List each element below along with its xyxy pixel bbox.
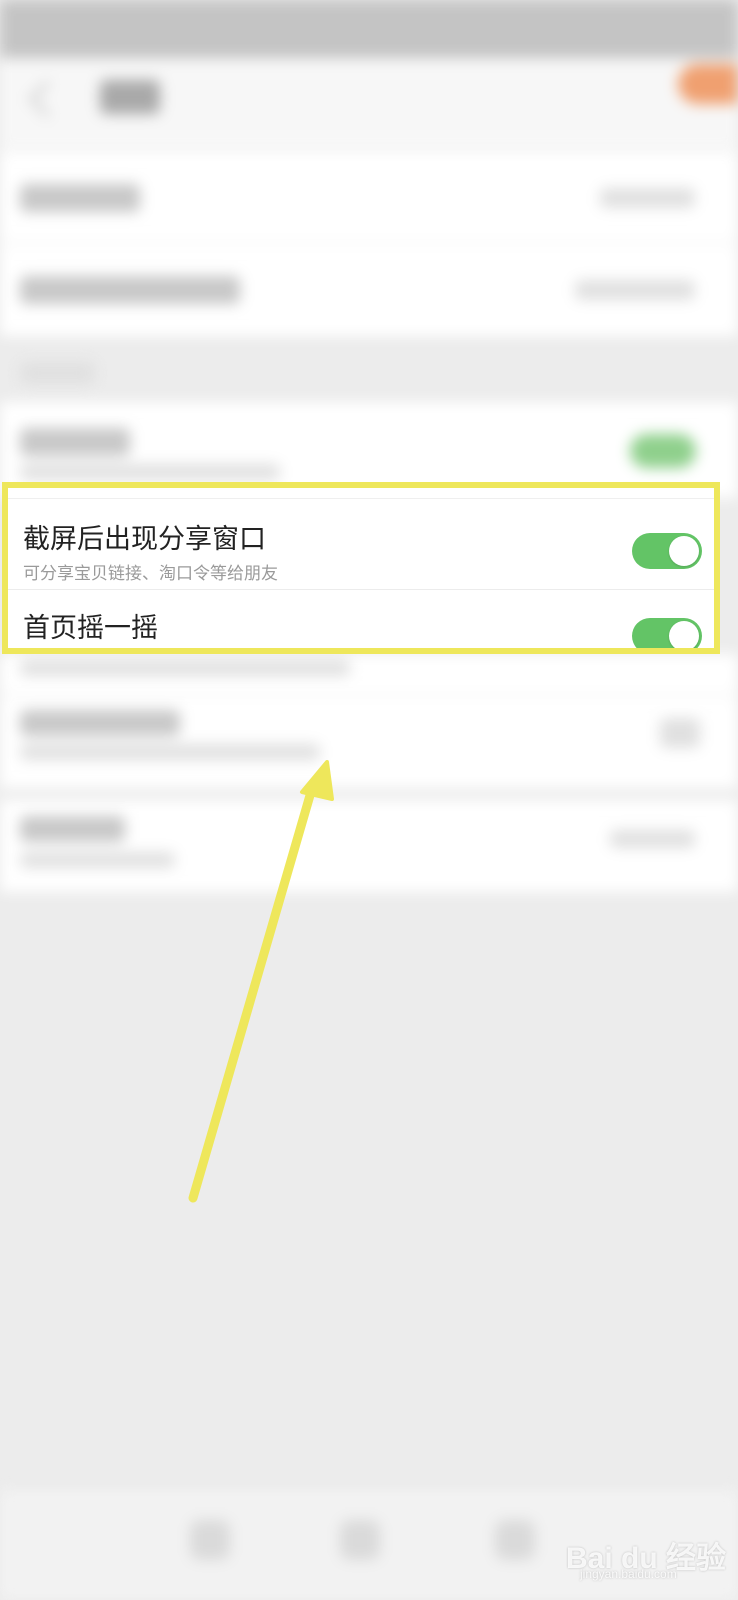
setting-subtitle: 可分享宝贝链接、淘口令等给朋友 — [23, 564, 278, 583]
blurred-setting-row[interactable] — [0, 244, 738, 336]
blurred-setting-row[interactable] — [0, 696, 738, 788]
watermark-url: jingyan.baidu.com — [580, 1567, 677, 1581]
settings-screen: 截屏后出现分享窗口 可分享宝贝链接、淘口令等给朋友 首页摇一摇 Bai du 经… — [0, 0, 738, 1600]
blurred-setting-row[interactable] — [0, 800, 738, 892]
highlight-frame: 截屏后出现分享窗口 可分享宝贝链接、淘口令等给朋友 首页摇一摇 — [2, 482, 720, 654]
nav-bar — [0, 58, 738, 150]
watermark: Bai du 经验 jingyan.baidu.com — [560, 1525, 730, 1585]
setting-row-screenshot-share[interactable]: 截屏后出现分享窗口 可分享宝贝链接、淘口令等给朋友 — [8, 498, 714, 590]
blurred-row-subtitle — [0, 654, 738, 694]
status-bar — [0, 0, 738, 58]
toggle-knob — [669, 621, 699, 648]
screenshot-share-toggle[interactable] — [632, 533, 702, 569]
page-title — [100, 80, 160, 114]
shake-toggle[interactable] — [632, 618, 702, 648]
tab-icon[interactable] — [495, 1520, 535, 1560]
tab-icon[interactable] — [190, 1520, 230, 1560]
blurred-section-header — [20, 362, 95, 384]
toggle-knob — [669, 536, 699, 566]
nav-action-button[interactable] — [678, 64, 738, 104]
setting-row-shake[interactable]: 首页摇一摇 — [8, 590, 714, 648]
blurred-background — [0, 0, 738, 1600]
setting-title: 截屏后出现分享窗口 — [23, 524, 266, 554]
blurred-setting-row[interactable] — [0, 152, 738, 242]
tab-icon[interactable] — [340, 1520, 380, 1560]
setting-title: 首页摇一摇 — [23, 613, 158, 643]
back-icon[interactable] — [28, 80, 66, 118]
